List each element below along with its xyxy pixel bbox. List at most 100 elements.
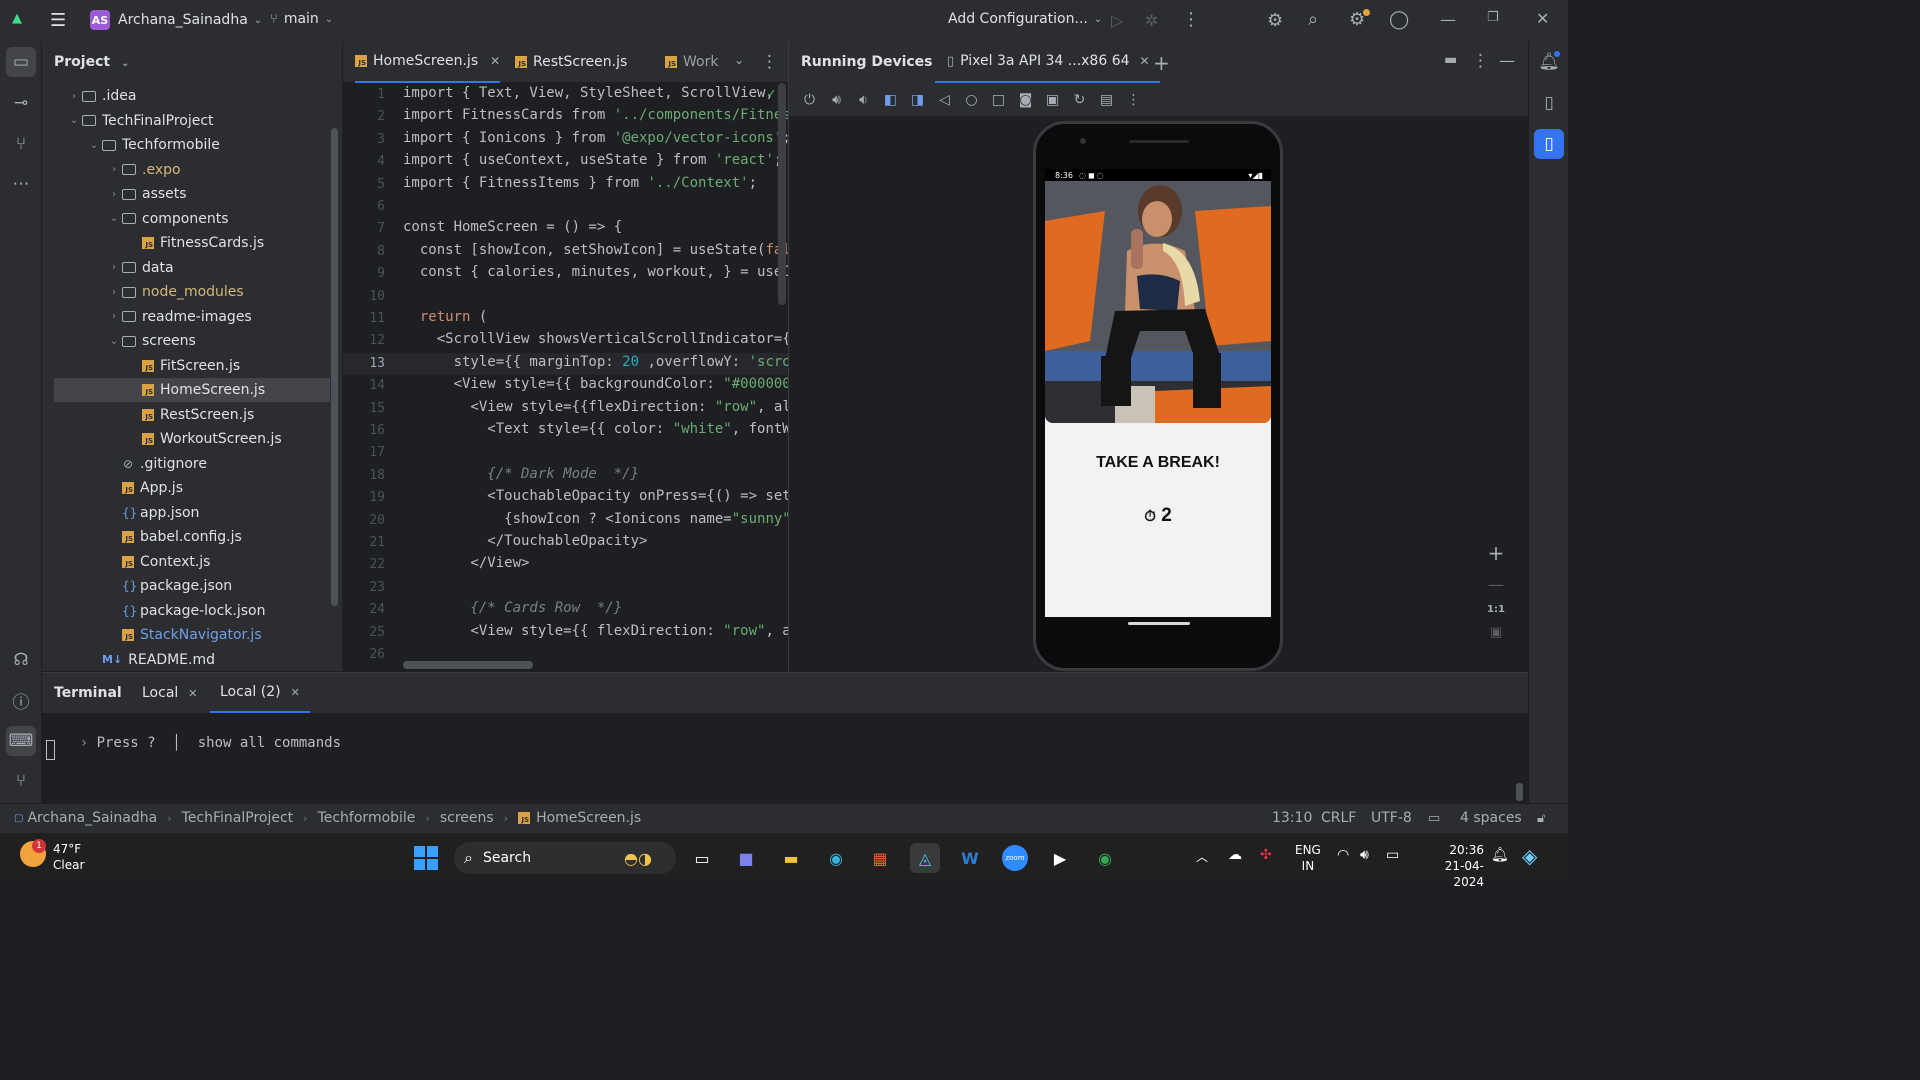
account-icon[interactable]: ◯ bbox=[1389, 9, 1409, 30]
terminal-cursor[interactable] bbox=[46, 740, 55, 760]
device-manager-icon[interactable]: ▯ bbox=[1534, 88, 1564, 118]
copilot-icon[interactable]: ◈ bbox=[1522, 844, 1537, 868]
pull-requests-icon[interactable]: ⑂ bbox=[6, 129, 36, 159]
window-layout-icon[interactable]: ▬ bbox=[1444, 52, 1457, 68]
start-button-icon[interactable] bbox=[414, 846, 438, 870]
language-indicator[interactable]: ENG IN bbox=[1295, 842, 1321, 874]
editor-more-icon[interactable]: ⋮ bbox=[761, 52, 778, 72]
close-tab-icon[interactable]: ✕ bbox=[1140, 54, 1150, 68]
debug-icon[interactable]: ✲ bbox=[1145, 11, 1158, 30]
breadcrumb-item[interactable]: screens bbox=[440, 810, 494, 826]
chevron-right-icon[interactable]: › bbox=[106, 189, 122, 200]
chevron-right-icon[interactable]: › bbox=[106, 164, 122, 175]
power-icon[interactable]: ⏻ bbox=[801, 92, 818, 108]
problems-icon[interactable]: ⓘ bbox=[6, 685, 36, 715]
tree-item[interactable]: JS WorkoutScreen.js bbox=[42, 427, 332, 451]
close-tab-icon[interactable]: ✕ bbox=[291, 686, 300, 699]
tree-item[interactable]: › data bbox=[42, 256, 332, 280]
inspection-ok-icon[interactable]: ✓ bbox=[766, 87, 777, 102]
gesture-home-bar[interactable] bbox=[1128, 622, 1190, 625]
tree-item[interactable]: M↓ README.md bbox=[42, 648, 332, 672]
close-tab-icon[interactable]: ✕ bbox=[188, 687, 197, 700]
chevron-down-icon[interactable]: ⌄ bbox=[106, 336, 122, 347]
zoom-out-icon[interactable]: — bbox=[1488, 575, 1504, 594]
file-encoding[interactable]: UTF-8 bbox=[1371, 810, 1412, 826]
back-icon[interactable]: ◁ bbox=[936, 92, 953, 108]
chevron-right-icon[interactable]: › bbox=[66, 91, 82, 102]
tree-item[interactable]: {} app.json bbox=[42, 501, 332, 525]
chevron-right-icon[interactable]: › bbox=[106, 262, 122, 273]
tree-item[interactable]: › assets bbox=[42, 182, 332, 206]
breadcrumb-item[interactable]: TechFinalProject bbox=[182, 810, 294, 826]
chevron-down-icon[interactable]: ⌄ bbox=[106, 213, 122, 224]
project-panel-header[interactable]: Project ⌄ bbox=[54, 54, 129, 70]
chevron-right-icon[interactable]: › bbox=[106, 311, 122, 322]
tree-item[interactable]: ⌄ components bbox=[42, 207, 332, 231]
tree-item[interactable]: JS FitScreen.js bbox=[42, 354, 332, 378]
volume-up-icon[interactable]: 🔊︎ bbox=[828, 92, 845, 108]
tree-item[interactable]: › .expo bbox=[42, 158, 332, 182]
tree-item[interactable]: JS HomeScreen.js bbox=[54, 378, 330, 402]
tree-item[interactable]: JS Context.js bbox=[42, 550, 332, 574]
terminal-tool-icon[interactable]: ⌨ bbox=[6, 726, 36, 756]
zoom-app-icon[interactable]: zoom bbox=[1000, 843, 1030, 873]
more-actions-icon[interactable]: ⋮ bbox=[1182, 9, 1200, 30]
lock-icon[interactable]: 🔓︎ bbox=[1537, 811, 1545, 826]
tree-item[interactable]: JS StackNavigator.js bbox=[42, 623, 332, 647]
breadcrumb-item[interactable]: Techformobile bbox=[318, 810, 416, 826]
edge-icon[interactable]: ◉ bbox=[821, 843, 851, 873]
indent-setting[interactable]: 4 spaces bbox=[1460, 810, 1522, 826]
terminal-tab-local-2[interactable]: Local (2) ✕ bbox=[210, 673, 310, 713]
logcat-icon[interactable]: ☊ bbox=[6, 645, 36, 675]
tree-item[interactable]: JS App.js bbox=[42, 476, 332, 500]
screen-record-icon[interactable]: ▣ bbox=[1044, 92, 1061, 108]
rotate-right-icon[interactable]: ◨ bbox=[909, 92, 926, 108]
minimize-icon[interactable]: — bbox=[1440, 10, 1456, 29]
home-icon[interactable]: ○ bbox=[963, 92, 980, 108]
notification-bell-icon[interactable]: 🔔︎ bbox=[1491, 847, 1509, 863]
chevron-down-icon[interactable]: ⌄ bbox=[66, 115, 82, 126]
chevron-right-icon[interactable]: › bbox=[106, 287, 122, 298]
overview-icon[interactable]: □ bbox=[990, 92, 1007, 108]
chrome-icon[interactable]: ◉ bbox=[1090, 843, 1120, 873]
project-tool-icon[interactable]: ▭ bbox=[6, 47, 36, 77]
extended-controls-icon[interactable]: ▤ bbox=[1098, 92, 1115, 108]
breadcrumb-item[interactable]: HomeScreen.js bbox=[536, 810, 641, 826]
project-scrollbar[interactable] bbox=[331, 128, 338, 606]
cursor-position[interactable]: 13:10 bbox=[1272, 810, 1312, 826]
tree-item[interactable]: ⊘ .gitignore bbox=[42, 452, 332, 476]
hide-panel-icon[interactable]: — bbox=[1499, 51, 1515, 70]
editor-vertical-scrollbar[interactable] bbox=[778, 83, 786, 305]
tree-item[interactable]: JS babel.config.js bbox=[42, 525, 332, 549]
tabs-overflow-chevron-icon[interactable]: ⌄ bbox=[734, 53, 744, 67]
zoom-in-icon[interactable]: + bbox=[1488, 541, 1505, 565]
tree-item[interactable]: {} package-lock.json bbox=[42, 599, 332, 623]
git-tool-icon[interactable]: ⑂ bbox=[6, 766, 36, 796]
add-device-icon[interactable]: + bbox=[1153, 51, 1170, 75]
terminal-scrollbar[interactable] bbox=[1516, 783, 1523, 801]
search-icon[interactable]: ⌕ bbox=[1308, 9, 1318, 30]
volume-icon[interactable]: 🔊︎ bbox=[1360, 847, 1369, 863]
word-icon[interactable]: W bbox=[955, 843, 985, 873]
clock-widget[interactable]: 20:36 21-04-2024 bbox=[1420, 842, 1484, 890]
phone-screen[interactable]: 8:36 ◌◼◌ ▾◢▮ TAKE A BREAK! ⏱ 2 bbox=[1045, 169, 1271, 617]
tree-item[interactable]: JS FitnessCards.js bbox=[42, 231, 332, 255]
tree-item[interactable]: ⌄ Techformobile bbox=[42, 133, 332, 157]
tree-item[interactable]: › node_modules bbox=[42, 280, 332, 304]
rotate-left-icon[interactable]: ◧ bbox=[882, 92, 899, 108]
code-editor[interactable]: 1 import { Text, View, StyleSheet, Scroll… bbox=[343, 83, 788, 671]
more-tools-icon[interactable]: ⋯ bbox=[6, 169, 36, 199]
snapshot-icon[interactable]: ↻ bbox=[1071, 92, 1088, 108]
branch-switcher[interactable]: ⑂ main ⌄ bbox=[270, 11, 333, 27]
breadcrumb-item[interactable]: Archana_Sainadha bbox=[27, 810, 157, 826]
onedrive-icon[interactable]: ☁ bbox=[1228, 847, 1242, 863]
editor-horizontal-scrollbar[interactable] bbox=[403, 661, 533, 669]
tree-item[interactable]: ⌄ TechFinalProject bbox=[42, 109, 332, 133]
terminal-tab-local[interactable]: Local ✕ bbox=[142, 673, 198, 713]
file-explorer-icon[interactable]: ▬ bbox=[776, 843, 806, 873]
commit-tool-icon[interactable]: ⊸ bbox=[6, 88, 36, 118]
run-icon[interactable]: ▷ bbox=[1111, 11, 1123, 30]
tree-item[interactable]: JS RestScreen.js bbox=[42, 403, 332, 427]
media-player-icon[interactable]: ▶ bbox=[1045, 843, 1075, 873]
tree-item[interactable]: {} package.json bbox=[42, 574, 332, 598]
